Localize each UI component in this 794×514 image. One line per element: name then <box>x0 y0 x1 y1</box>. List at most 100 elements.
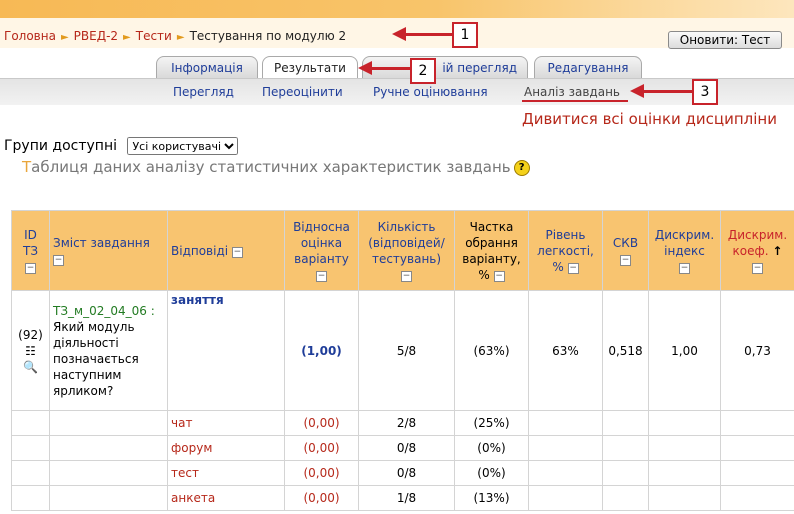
disc-index-cell: 1,00 <box>648 290 721 411</box>
col-id[interactable]: ID ТЗ − <box>11 210 50 291</box>
help-icon[interactable]: ? <box>513 159 530 176</box>
subtab-regrade[interactable]: Переоцінити <box>262 85 343 99</box>
tab-edit[interactable]: Редагування <box>534 56 642 78</box>
grade-cell: (1,00) <box>284 290 359 411</box>
answer-grade: (0,00) <box>303 416 340 430</box>
update-test-button[interactable]: Оновити: Тест <box>668 31 782 49</box>
col-share[interactable]: Частка обрання варіанту,% − <box>454 210 529 291</box>
col-content[interactable]: Зміст завдання − <box>49 210 168 291</box>
question-id: (92) <box>18 327 43 342</box>
callout-arrow-1 <box>404 33 452 36</box>
answer-cell: заняття <box>167 290 285 411</box>
question-code-link[interactable]: ТЗ_м_02_04_06 : <box>53 304 155 318</box>
breadcrumb-course[interactable]: РВЕД-2 <box>74 29 118 43</box>
tab-info[interactable]: Інформація <box>156 56 258 78</box>
subtab-manual-grading[interactable]: Ручне оцінювання <box>373 85 488 99</box>
count-cell: 0/8 <box>358 460 455 486</box>
collapse-icon[interactable]: − <box>25 262 36 274</box>
answer-text: заняття <box>171 293 224 307</box>
answer-text: анкета <box>171 491 216 505</box>
groups-label: Групи доступні <box>4 138 117 154</box>
callout-1: 1 <box>452 22 478 48</box>
table-row: тест (0,00) 0/8 (0%) <box>11 460 794 486</box>
answer-grade: (1,00) <box>301 343 342 358</box>
col-answers[interactable]: Відповіді − <box>167 210 285 291</box>
collapse-icon[interactable]: − <box>620 254 631 266</box>
col-count[interactable]: Кількість (відповідей/тестувань) − <box>358 210 455 291</box>
collapse-icon[interactable]: − <box>679 262 690 274</box>
collapse-icon[interactable]: − <box>231 246 243 258</box>
disc-coef-cell: 0,73 <box>720 290 794 411</box>
table-row: форум (0,00) 0/8 (0%) <box>11 435 794 461</box>
table-header-row: ID ТЗ − Зміст завдання − Відповіді − Віднос… <box>11 210 794 291</box>
subtab-overview[interactable]: Перегляд <box>173 85 234 99</box>
collapse-icon[interactable]: − <box>316 270 327 282</box>
breadcrumb-home[interactable]: Головна <box>4 29 56 43</box>
answer-cell: форум <box>167 435 285 461</box>
groups-filter: Групи доступні Усі користувачі <box>4 137 239 155</box>
table-row: (92) ☷ 🔍 ТЗ_м_02_04_06 : Який модуль дія… <box>11 290 794 411</box>
grade-cell: (0,00) <box>284 410 359 436</box>
easiness-cell: 63% <box>528 290 603 411</box>
breadcrumb-separator-icon: ► <box>176 32 185 43</box>
count-cell: 0/8 <box>358 435 455 461</box>
count-cell: 5/8 <box>358 290 455 411</box>
answer-cell: чат <box>167 410 285 436</box>
answer-cell: тест <box>167 460 285 486</box>
breadcrumb-separator-icon: ► <box>60 32 69 43</box>
callout-arrow-3 <box>642 90 692 93</box>
answer-grade: (0,00) <box>303 441 340 455</box>
groups-select[interactable]: Усі користувачі <box>127 137 239 155</box>
count-cell: 1/8 <box>358 485 455 511</box>
answer-text: тест <box>171 466 199 480</box>
table-title-text: аблиця даних аналізу статистичних характ… <box>31 158 511 176</box>
answer-text: чат <box>171 416 193 430</box>
col-discrimination-index[interactable]: Дискрим. індекс − <box>648 210 721 291</box>
answer-grade: (0,00) <box>303 466 340 480</box>
collapse-icon[interactable]: − <box>401 270 412 282</box>
magnifier-icon[interactable]: 🔍 <box>23 359 38 375</box>
breadcrumb-separator-icon: ► <box>123 32 131 43</box>
question-text: Який модуль діяльності позначається наст… <box>53 319 139 398</box>
table-title-initial: Т <box>22 158 32 176</box>
breadcrumb-current: Тестування по модулю 2 <box>189 29 347 43</box>
subtab-item-analysis[interactable]: Аналіз завдань <box>524 85 620 99</box>
collapse-icon[interactable]: − <box>567 262 579 274</box>
question-content-cell: ТЗ_м_02_04_06 : Який модуль діяльності п… <box>49 290 168 411</box>
share-cell: (25%) <box>454 410 529 436</box>
collapse-icon[interactable]: − <box>493 270 505 282</box>
grade-cell: (0,00) <box>284 485 359 511</box>
col-relative-grade[interactable]: Відносна оцінка варіанту − <box>284 210 359 291</box>
share-cell: (13%) <box>454 485 529 511</box>
col-easiness[interactable]: Рівень легкості,% − <box>528 210 603 291</box>
breadcrumb-tests[interactable]: Тести <box>136 29 172 43</box>
sd-cell: 0,518 <box>602 290 649 411</box>
grade-cell: (0,00) <box>284 460 359 486</box>
callout-2: 2 <box>410 58 436 84</box>
tab-results[interactable]: Результати <box>262 56 358 80</box>
collapse-icon[interactable]: − <box>53 254 64 266</box>
table-row: анкета (0,00) 1/8 (13%) <box>11 485 794 511</box>
item-analysis-table: ID ТЗ − Зміст завдання − Відповіді − Віднос… <box>11 210 794 511</box>
list-icon[interactable]: ☷ <box>25 345 36 357</box>
callout-3: 3 <box>692 79 718 105</box>
tab-preview-label: ій перегляд <box>442 61 517 75</box>
breadcrumb: Головна ► РВЕД-2 ► Тести ► Тестування по модул… <box>4 29 346 43</box>
col-discrimination-coef[interactable]: Дискрим. коеф. ↑ − <box>720 210 794 291</box>
callout-arrow-2 <box>370 67 410 70</box>
col-sd[interactable]: СКВ − <box>602 210 649 291</box>
sort-arrow-icon: ↑ <box>772 243 783 258</box>
share-cell: (63%) <box>454 290 529 411</box>
item-analysis-underline <box>522 100 628 102</box>
question-id-cell: (92) ☷ 🔍 <box>11 290 50 411</box>
view-all-grades-link[interactable]: Дивитися всі оцінки дисципліни <box>522 110 777 128</box>
grade-cell: (0,00) <box>284 435 359 461</box>
share-cell: (0%) <box>454 460 529 486</box>
table-row: чат (0,00) 2/8 (25%) <box>11 410 794 436</box>
answer-grade: (0,00) <box>303 491 340 505</box>
top-banner <box>0 0 794 18</box>
table-title: Таблиця даних аналізу статистичних харак… <box>22 158 530 176</box>
count-cell: 2/8 <box>358 410 455 436</box>
answer-text: форум <box>171 441 213 455</box>
collapse-icon[interactable]: − <box>752 262 763 274</box>
